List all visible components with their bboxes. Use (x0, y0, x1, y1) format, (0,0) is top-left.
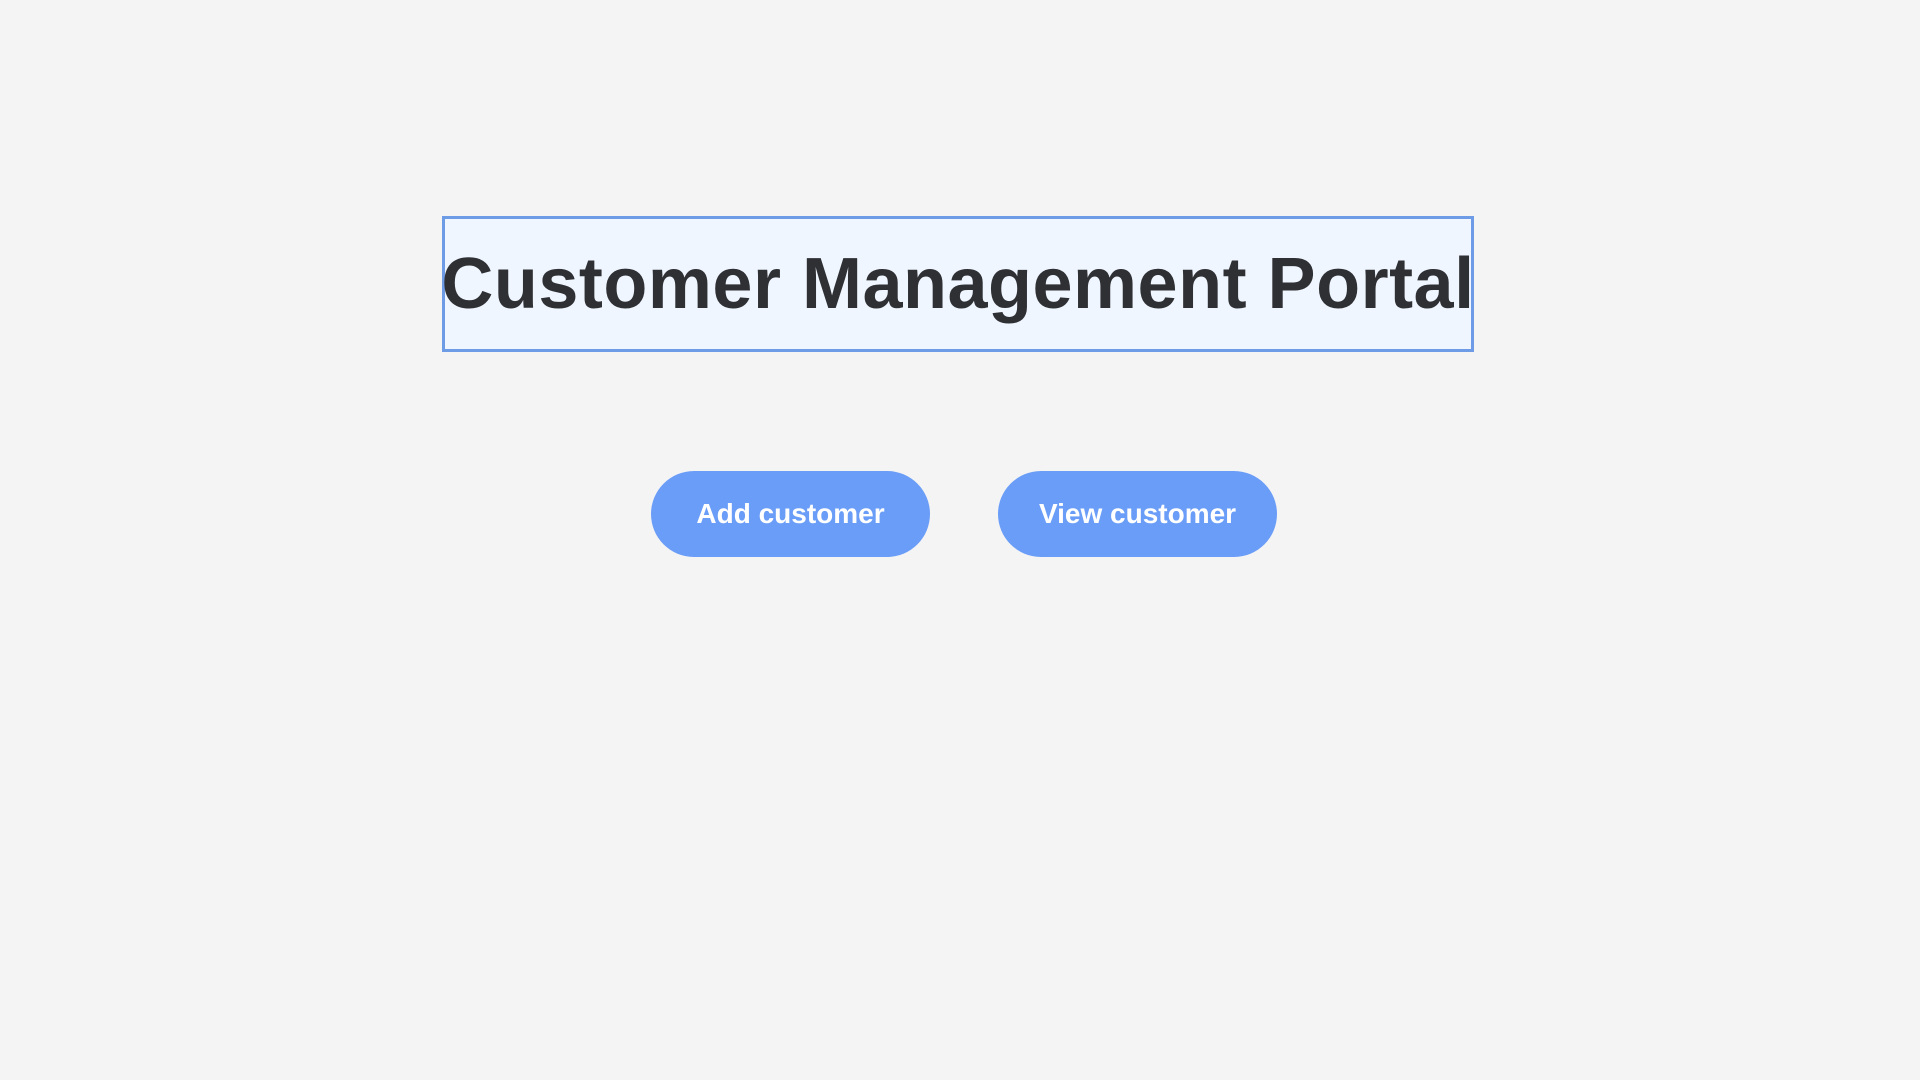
add-customer-button[interactable]: Add customer (651, 471, 930, 557)
title-banner: Customer Management Portal (441, 216, 1475, 352)
page-title: Customer Management Portal (441, 244, 1475, 324)
view-customer-button[interactable]: View customer (998, 471, 1277, 557)
page: Customer Management Portal Add customer … (0, 0, 1920, 1080)
action-buttons: Add customer View customer (0, 471, 1920, 557)
